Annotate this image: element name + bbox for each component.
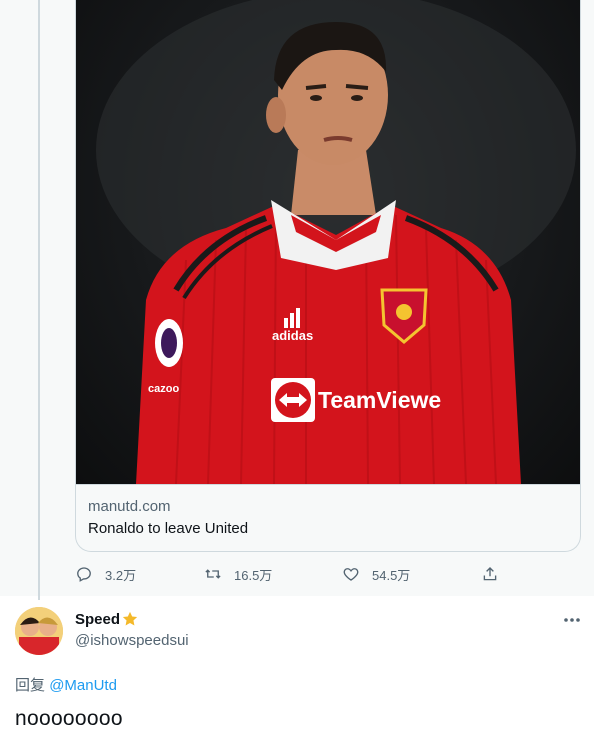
replying-to: 回复 @ManUtd <box>15 674 117 695</box>
heart-icon <box>343 568 359 581</box>
player-photo: adidas TeamViewe cazoo <box>96 0 576 484</box>
retweet-count: 16.5万 <box>234 567 273 583</box>
sleeve-sponsor-text: cazoo <box>148 383 179 395</box>
link-card[interactable]: adidas TeamViewe cazoo manutd.com Ronald… <box>75 0 581 552</box>
like-count: 54.5万 <box>372 567 411 583</box>
like-button[interactable]: 54.5万 <box>342 562 410 586</box>
more-options-icon[interactable] <box>562 612 582 628</box>
reply-icon <box>77 567 91 582</box>
tweet-text: noooooooo <box>15 707 123 730</box>
reply-prefix: 回复 <box>15 677 46 694</box>
jersey-brand-text: adidas <box>272 328 313 343</box>
avatar-image <box>15 607 63 655</box>
jersey-sponsor-text: TeamViewe <box>318 387 441 413</box>
share-button[interactable] <box>481 562 499 586</box>
reply-button[interactable]: 3.2万 <box>75 562 136 586</box>
star-icon <box>122 611 138 626</box>
reply-count: 3.2万 <box>105 567 137 583</box>
avatar[interactable] <box>15 607 63 655</box>
thread-connector-line <box>38 0 40 600</box>
retweet-icon <box>205 569 221 579</box>
share-icon <box>483 567 497 581</box>
card-title: Ronaldo to leave United <box>88 520 249 537</box>
reply-author-row[interactable]: Speed <box>75 610 139 628</box>
display-name[interactable]: Speed <box>75 611 120 628</box>
user-handle[interactable]: @ishowspeedsui <box>75 632 189 649</box>
tweet-actions: 3.2万 16.5万 54.5万 <box>75 562 505 586</box>
card-meta[interactable]: manutd.com Ronaldo to leave United <box>76 484 580 551</box>
reply-mention-link[interactable]: @ManUtd <box>49 677 117 694</box>
card-domain: manutd.com <box>88 498 171 515</box>
parent-tweet: adidas TeamViewe cazoo manutd.com Ronald… <box>0 0 594 600</box>
retweet-button[interactable]: 16.5万 <box>204 562 272 586</box>
card-image[interactable]: adidas TeamViewe cazoo <box>76 0 580 484</box>
